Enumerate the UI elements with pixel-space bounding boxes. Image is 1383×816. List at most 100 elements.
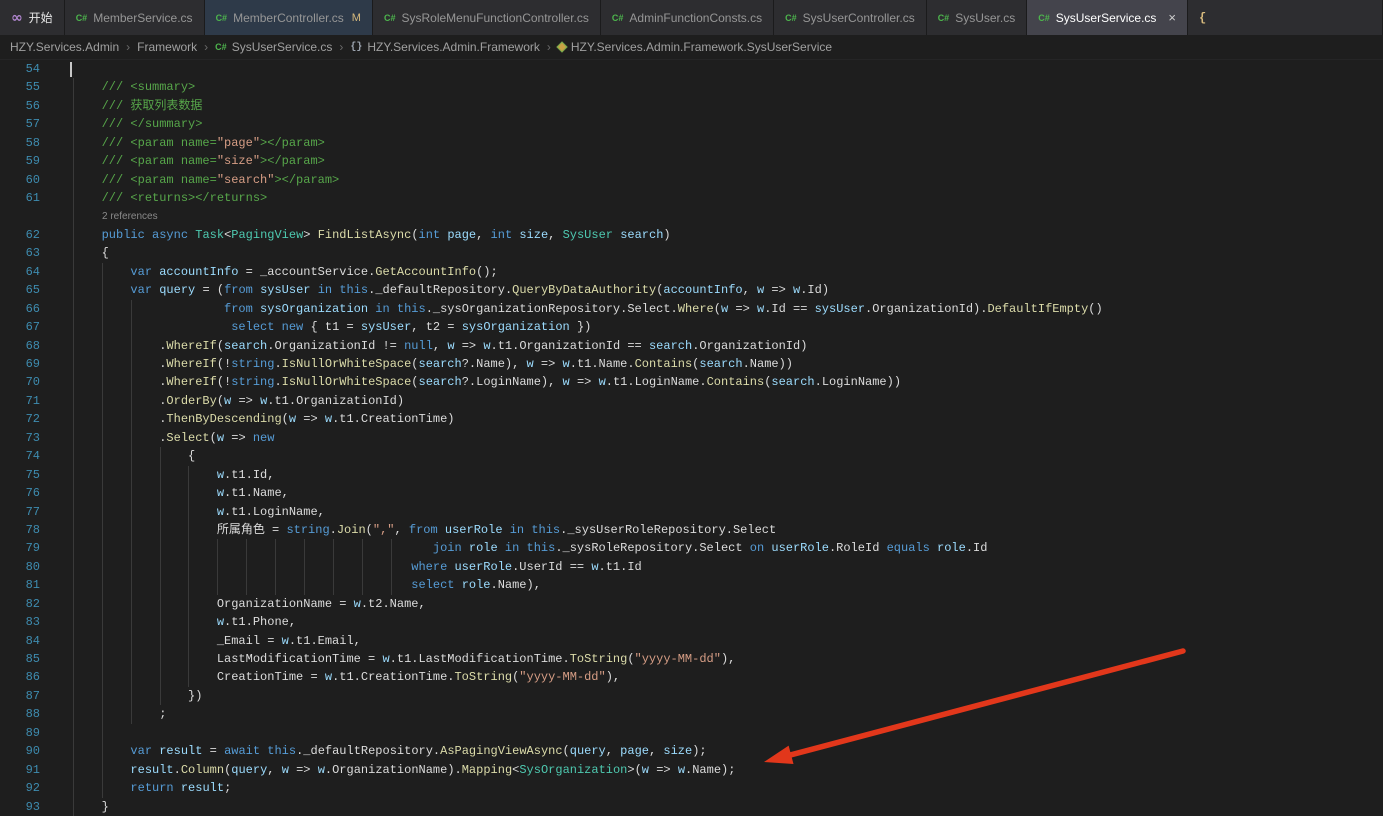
line-number[interactable]: 77 — [0, 503, 44, 521]
code-line[interactable]: _Email = w.t1.Email, — [44, 632, 361, 650]
line-number[interactable]: 57 — [0, 115, 44, 133]
line-number[interactable]: 87 — [0, 687, 44, 705]
line-number[interactable]: 92 — [0, 779, 44, 797]
code-line[interactable]: /// 获取列表数据 — [44, 97, 202, 115]
line-number[interactable]: 80 — [0, 558, 44, 576]
code-line[interactable]: /// <summary> — [44, 78, 195, 96]
line-number[interactable]: 62 — [0, 226, 44, 244]
code-line[interactable]: select new { t1 = sysUser, t2 = sysOrgan… — [44, 318, 591, 336]
breadcrumb-item[interactable]: Framework — [137, 40, 197, 54]
line-number[interactable]: 56 — [0, 97, 44, 115]
line-number[interactable]: 63 — [0, 244, 44, 262]
editor-tab[interactable]: C#MemberController.csM — [205, 0, 373, 35]
code-line[interactable]: { — [44, 447, 195, 465]
line-number[interactable]: 68 — [0, 337, 44, 355]
code-editor[interactable]: 5455 /// <summary>56 /// 获取列表数据57 /// </… — [0, 60, 1383, 816]
code-line[interactable]: w.t1.LoginName, — [44, 503, 325, 521]
code-line[interactable]: .OrderBy(w => w.t1.OrganizationId) — [44, 392, 404, 410]
line-number[interactable]: 76 — [0, 484, 44, 502]
editor-tab[interactable]: C#SysRoleMenuFunctionController.cs — [373, 0, 601, 35]
code-line[interactable]: w.t1.Id, — [44, 466, 274, 484]
line-number[interactable]: 93 — [0, 798, 44, 816]
editor-tab[interactable]: { — [1188, 0, 1383, 35]
line-number[interactable]: 78 — [0, 521, 44, 539]
code-line[interactable]: }) — [44, 687, 202, 705]
code-line[interactable]: CreationTime = w.t1.CreationTime.ToStrin… — [44, 668, 620, 686]
code-line[interactable]: 所属角色 = string.Join(",", from userRole in… — [44, 521, 776, 539]
code-row: 92 return result; — [0, 779, 1383, 797]
code-line[interactable]: w.t1.Phone, — [44, 613, 296, 631]
line-number[interactable]: 73 — [0, 429, 44, 447]
line-number[interactable]: 81 — [0, 576, 44, 594]
code-line[interactable]: from sysOrganization in this._sysOrganiz… — [44, 300, 1103, 318]
tab-label: SysUserService.cs — [1056, 11, 1157, 25]
code-line[interactable]: var query = (from sysUser in this._defau… — [44, 281, 829, 299]
tab-label: SysUser.cs — [955, 11, 1015, 25]
editor-tab[interactable]: C#SysUserService.cs× — [1027, 0, 1188, 35]
line-number[interactable]: 79 — [0, 539, 44, 557]
code-line[interactable]: /// <param name="page"></param> — [44, 134, 325, 152]
code-line[interactable]: } — [44, 798, 109, 816]
code-line[interactable]: var result = await this._defaultReposito… — [44, 742, 707, 760]
code-line[interactable]: /// </summary> — [44, 115, 202, 133]
line-number[interactable]: 85 — [0, 650, 44, 668]
code-line[interactable]: .WhereIf(search.OrganizationId != null, … — [44, 337, 807, 355]
breadcrumb-item[interactable]: HZY.Services.Admin — [10, 40, 119, 54]
code-line[interactable]: /// <param name="size"></param> — [44, 152, 325, 170]
code-line[interactable]: result.Column(query, w => w.Organization… — [44, 761, 735, 779]
code-line[interactable]: { — [44, 244, 109, 262]
code-line[interactable]: var accountInfo = _accountService.GetAcc… — [44, 263, 498, 281]
line-number[interactable]: 86 — [0, 668, 44, 686]
code-line[interactable]: .WhereIf(!string.IsNullOrWhiteSpace(sear… — [44, 355, 793, 373]
line-number[interactable]: 59 — [0, 152, 44, 170]
codelens-references[interactable]: 2 references — [0, 208, 158, 226]
line-number[interactable]: 88 — [0, 705, 44, 723]
editor-tab[interactable]: C#SysUser.cs — [927, 0, 1028, 35]
line-number[interactable]: 58 — [0, 134, 44, 152]
code-line[interactable]: /// <param name="search"></param> — [44, 171, 339, 189]
breadcrumb-item[interactable]: {}HZY.Services.Admin.Framework — [350, 40, 540, 54]
line-number[interactable]: 65 — [0, 281, 44, 299]
code-line[interactable]: .WhereIf(!string.IsNullOrWhiteSpace(sear… — [44, 373, 901, 391]
csharp-file-icon: C# — [216, 13, 228, 23]
breadcrumb-item[interactable]: C#SysUserService.cs — [215, 40, 332, 54]
line-number[interactable]: 75 — [0, 466, 44, 484]
line-number[interactable]: 67 — [0, 318, 44, 336]
line-number[interactable]: 64 — [0, 263, 44, 281]
breadcrumb-item[interactable]: HZY.Services.Admin.Framework.SysUserServ… — [558, 40, 832, 54]
line-number[interactable]: 72 — [0, 410, 44, 428]
breadcrumb-separator-icon: › — [547, 40, 551, 54]
line-number[interactable]: 89 — [0, 724, 44, 742]
code-line[interactable]: OrganizationName = w.t2.Name, — [44, 595, 426, 613]
line-number[interactable]: 61 — [0, 189, 44, 207]
code-line[interactable]: w.t1.Name, — [44, 484, 289, 502]
line-number[interactable]: 82 — [0, 595, 44, 613]
line-number[interactable]: 55 — [0, 78, 44, 96]
code-line[interactable]: ; — [44, 705, 166, 723]
editor-tab[interactable]: C#MemberService.cs — [65, 0, 205, 35]
code-line[interactable]: .ThenByDescending(w => w.t1.CreationTime… — [44, 410, 454, 428]
code-line[interactable]: public async Task<PagingView> FindListAs… — [44, 226, 671, 244]
line-number[interactable]: 83 — [0, 613, 44, 631]
line-number[interactable]: 90 — [0, 742, 44, 760]
line-number[interactable]: 66 — [0, 300, 44, 318]
line-number[interactable]: 74 — [0, 447, 44, 465]
line-number[interactable]: 84 — [0, 632, 44, 650]
code-line[interactable]: /// <returns></returns> — [44, 189, 267, 207]
line-number[interactable]: 71 — [0, 392, 44, 410]
line-number[interactable]: 60 — [0, 171, 44, 189]
editor-tab[interactable]: ∞开始 — [0, 0, 65, 35]
code-line[interactable]: join role in this._sysRoleRepository.Sel… — [44, 539, 987, 557]
line-number[interactable]: 70 — [0, 373, 44, 391]
editor-tab[interactable]: C#SysUserController.cs — [774, 0, 927, 35]
line-number[interactable]: 69 — [0, 355, 44, 373]
close-tab-icon[interactable]: × — [1168, 10, 1176, 25]
code-line[interactable]: LastModificationTime = w.t1.LastModifica… — [44, 650, 735, 668]
code-line[interactable]: .Select(w => new — [44, 429, 274, 447]
editor-tab[interactable]: C#AdminFunctionConsts.cs — [601, 0, 774, 35]
line-number[interactable]: 91 — [0, 761, 44, 779]
code-line[interactable]: return result; — [44, 779, 231, 797]
line-number[interactable]: 54 — [0, 60, 44, 78]
code-line[interactable]: select role.Name), — [44, 576, 541, 594]
code-line[interactable]: where userRole.UserId == w.t1.Id — [44, 558, 642, 576]
